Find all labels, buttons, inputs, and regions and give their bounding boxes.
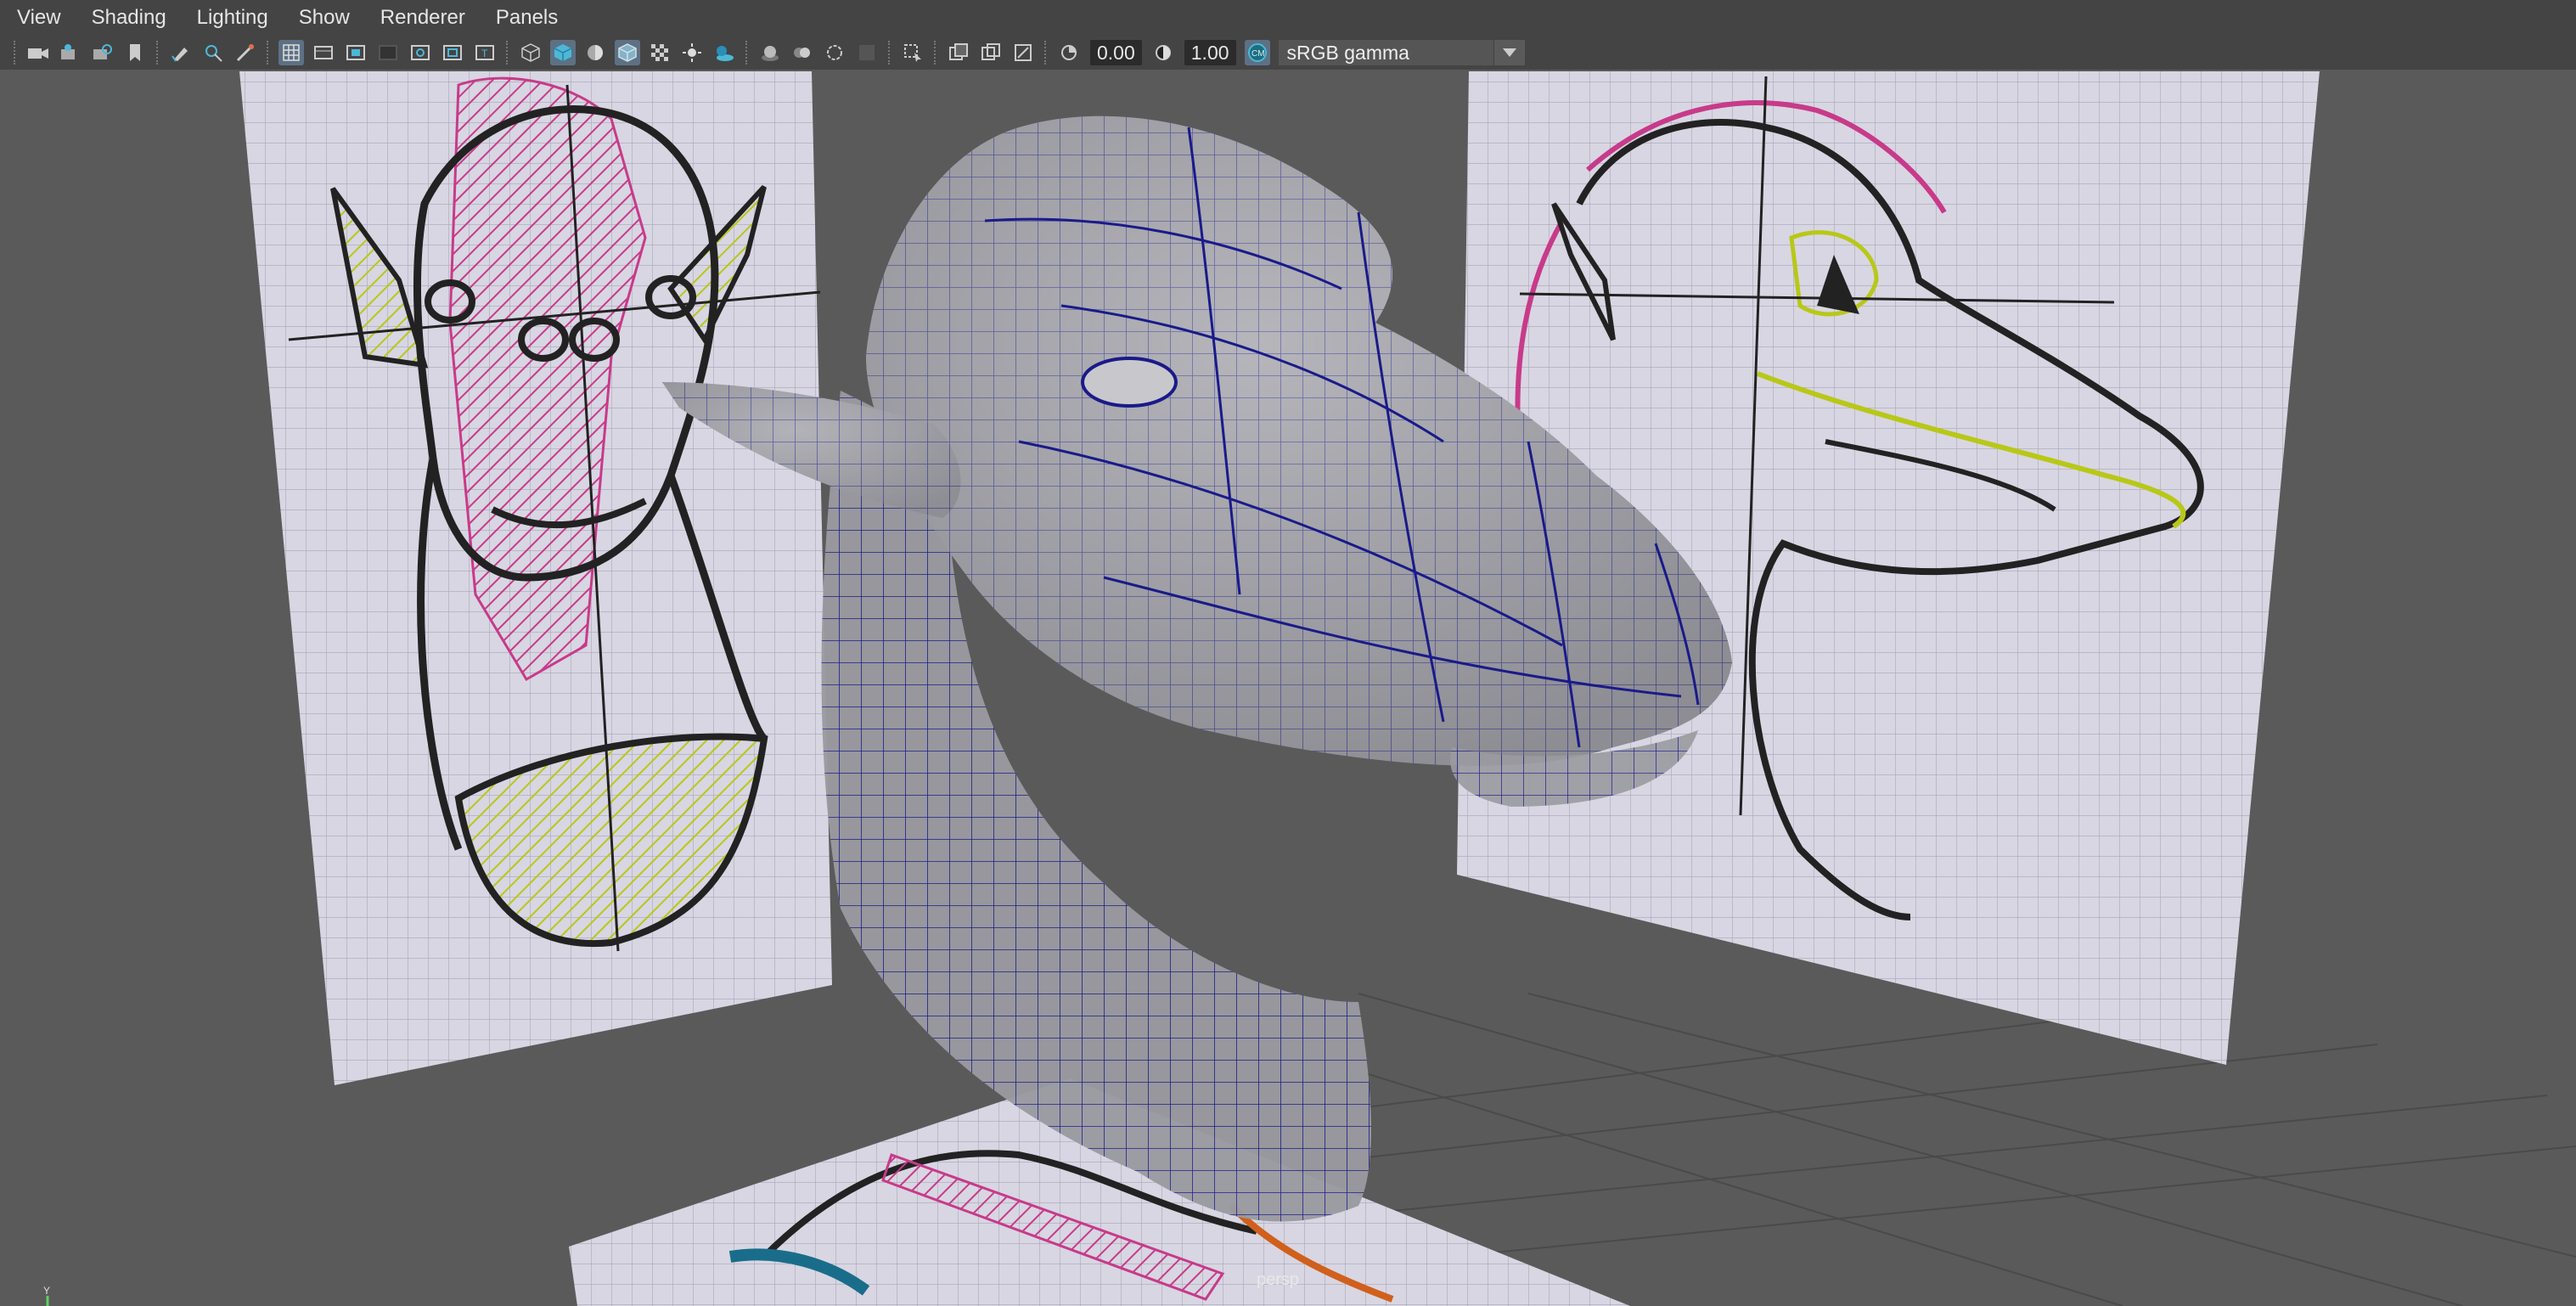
grease-pencil-icon[interactable]: [168, 40, 194, 65]
chevron-down-icon[interactable]: [1493, 40, 1525, 65]
menu-shading[interactable]: Shading: [76, 0, 182, 36]
toolbar-separator: [14, 41, 17, 65]
safe-title-icon[interactable]: T: [472, 40, 498, 65]
color-space-dropdown[interactable]: sRGB gamma: [1278, 40, 1525, 65]
color-management-icon[interactable]: CM: [1244, 40, 1270, 65]
smooth-shade-icon[interactable]: [550, 40, 576, 65]
gate-mask-icon[interactable]: [375, 40, 401, 65]
toolbar-separator: [1044, 41, 1048, 65]
resolution-gate-icon[interactable]: [343, 40, 368, 65]
exposure-icon[interactable]: [1056, 40, 1082, 65]
textured-icon[interactable]: [647, 40, 672, 65]
color-space-label: sRGB gamma: [1286, 41, 1409, 64]
toolbar-separator: [506, 41, 509, 65]
menu-show[interactable]: Show: [284, 0, 365, 36]
brush-icon[interactable]: [233, 40, 258, 65]
image-plane-icon[interactable]: [122, 40, 148, 65]
camera-select-icon[interactable]: [25, 40, 51, 65]
2d-pan-zoom-icon[interactable]: [200, 40, 226, 65]
safe-action-icon[interactable]: [440, 40, 465, 65]
lights-icon[interactable]: [679, 40, 705, 65]
toolbar-separator: [934, 41, 937, 65]
menu-panels[interactable]: Panels: [481, 0, 573, 36]
menu-lighting[interactable]: Lighting: [182, 0, 284, 36]
gamma-icon[interactable]: [1150, 40, 1176, 65]
default-material-icon[interactable]: [582, 40, 608, 65]
toolbar-separator: [267, 41, 270, 65]
multisample-icon[interactable]: [822, 40, 847, 65]
film-gate-icon[interactable]: [311, 40, 336, 65]
depth-of-field-icon[interactable]: [854, 40, 880, 65]
gamma-field[interactable]: 1.00: [1184, 40, 1236, 65]
camera-name-label: persp: [1257, 1270, 1300, 1289]
axis-y-label: Y: [43, 1286, 50, 1297]
front-reference-plane: [239, 71, 832, 1085]
menu-renderer[interactable]: Renderer: [365, 0, 481, 36]
field-chart-icon[interactable]: [408, 40, 433, 65]
ambient-occlusion-icon[interactable]: [757, 40, 783, 65]
shadows-icon[interactable]: [711, 40, 737, 65]
panel-menubar: View Shading Lighting Show Renderer Pane…: [0, 0, 2576, 36]
exposure-field[interactable]: 0.00: [1090, 40, 1142, 65]
xray-components-icon[interactable]: [1010, 40, 1036, 65]
viewport-scene: [239, 71, 2576, 1306]
toolbar-separator: [156, 41, 160, 65]
panel-toolbar: T 0.00 1.00 CM sRGB gamma: [0, 36, 2576, 70]
xray-joints-icon[interactable]: [978, 40, 1004, 65]
xray-icon[interactable]: [946, 40, 971, 65]
svg-text:T: T: [481, 48, 488, 59]
toolbar-separator: [888, 41, 891, 65]
grid-icon[interactable]: [278, 40, 304, 65]
motion-blur-icon[interactable]: [790, 40, 815, 65]
camera-attributes-icon[interactable]: [58, 40, 83, 65]
bookmark-icon[interactable]: [90, 40, 115, 65]
wireframe-icon[interactable]: [518, 40, 543, 65]
isolate-select-icon[interactable]: [900, 40, 925, 65]
menu-view[interactable]: View: [0, 0, 76, 36]
svg-text:CM: CM: [1251, 49, 1265, 59]
toolbar-separator: [745, 41, 749, 65]
wireframe-on-shaded-icon[interactable]: [615, 40, 640, 65]
perspective-viewport[interactable]: Y X Z: [0, 70, 2576, 1306]
